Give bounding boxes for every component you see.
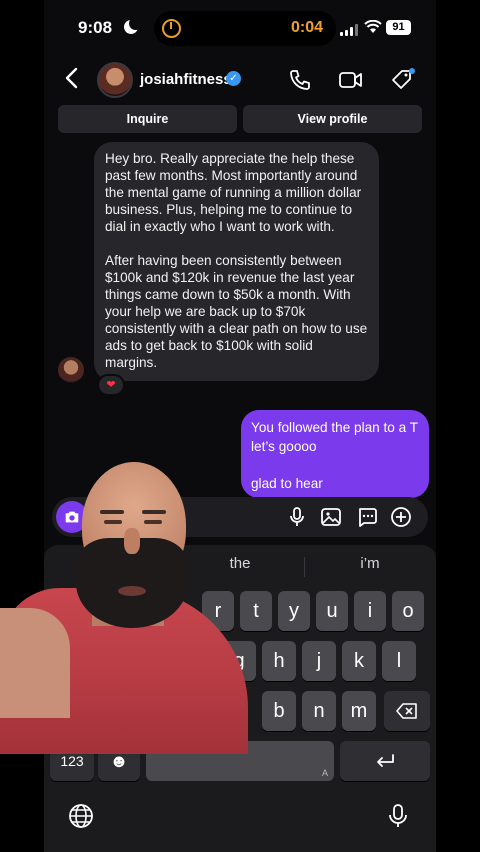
message-line: glad to hear	[251, 476, 323, 491]
key-i[interactable]: i	[354, 591, 386, 631]
key-y[interactable]: y	[278, 591, 310, 631]
do-not-disturb-icon	[124, 17, 142, 34]
cellular-signal-icon	[340, 24, 360, 36]
presenter-mouth	[118, 586, 146, 596]
presenter-video-overlay	[0, 458, 248, 754]
suggestion-divider	[304, 557, 305, 577]
heart-reaction-icon[interactable]: ❤	[97, 374, 125, 396]
phone-call-icon[interactable]	[288, 68, 312, 92]
key-u[interactable]: u	[316, 591, 348, 631]
key-k[interactable]: k	[342, 641, 376, 681]
backspace-key[interactable]	[384, 691, 430, 731]
key-n[interactable]: n	[302, 691, 336, 731]
chat-header: josiahfitness ✓	[44, 60, 436, 100]
key-l[interactable]: l	[382, 641, 416, 681]
space-key-mark: A	[321, 768, 328, 778]
message-line: You followed the plan to a T	[251, 420, 419, 435]
key-m[interactable]: m	[342, 691, 376, 731]
avatar[interactable]	[97, 62, 133, 98]
key-o[interactable]: o	[392, 591, 424, 631]
presenter-eye	[104, 520, 122, 524]
view-profile-button[interactable]: View profile	[243, 105, 422, 133]
key-b[interactable]: b	[262, 691, 296, 731]
dictation-microphone-icon[interactable]	[386, 803, 410, 829]
key-h[interactable]: h	[262, 641, 296, 681]
presenter-brow	[100, 510, 124, 514]
wifi-icon	[364, 18, 382, 39]
timer-readout: 0:04	[290, 19, 323, 36]
verified-badge-icon: ✓	[226, 71, 241, 86]
status-bar: 9:08 0:04 91	[44, 0, 436, 56]
return-key[interactable]	[340, 741, 430, 781]
video-call-icon[interactable]	[338, 68, 362, 92]
message-paragraph: After having been consistently between $…	[105, 253, 368, 370]
battery-indicator: 91	[386, 20, 411, 35]
presenter-eye	[144, 520, 162, 524]
outgoing-message[interactable]: You followed the plan to a T let’s goooo…	[241, 410, 429, 498]
gallery-icon[interactable]	[320, 506, 342, 528]
profile-actions: Inquire View profile	[58, 105, 422, 133]
status-time: 9:08	[78, 18, 113, 37]
sticker-icon[interactable]	[356, 506, 378, 528]
inquire-button[interactable]: Inquire	[58, 105, 237, 133]
message-paragraph: Hey bro. Really appreciate the help thes…	[105, 151, 362, 234]
presenter-hand	[0, 608, 70, 718]
back-arrow-icon[interactable]	[64, 66, 80, 95]
key-j[interactable]: j	[302, 641, 336, 681]
suggestion-im[interactable]: i’m	[310, 555, 430, 579]
tag-icon[interactable]	[390, 68, 415, 92]
microphone-icon[interactable]	[286, 506, 308, 528]
timer-icon	[162, 19, 181, 38]
add-icon[interactable]	[390, 506, 412, 528]
sender-avatar[interactable]	[58, 357, 84, 383]
message-line: let’s goooo	[251, 439, 317, 454]
presenter-brow	[142, 510, 166, 514]
chat-username[interactable]: josiahfitness	[140, 71, 232, 88]
globe-icon[interactable]	[68, 803, 94, 829]
presenter-nose	[124, 528, 140, 554]
backspace-icon	[396, 703, 417, 719]
return-icon	[377, 754, 394, 767]
incoming-message[interactable]: Hey bro. Really appreciate the help thes…	[94, 142, 379, 381]
dynamic-island[interactable]: 0:04	[154, 11, 336, 46]
